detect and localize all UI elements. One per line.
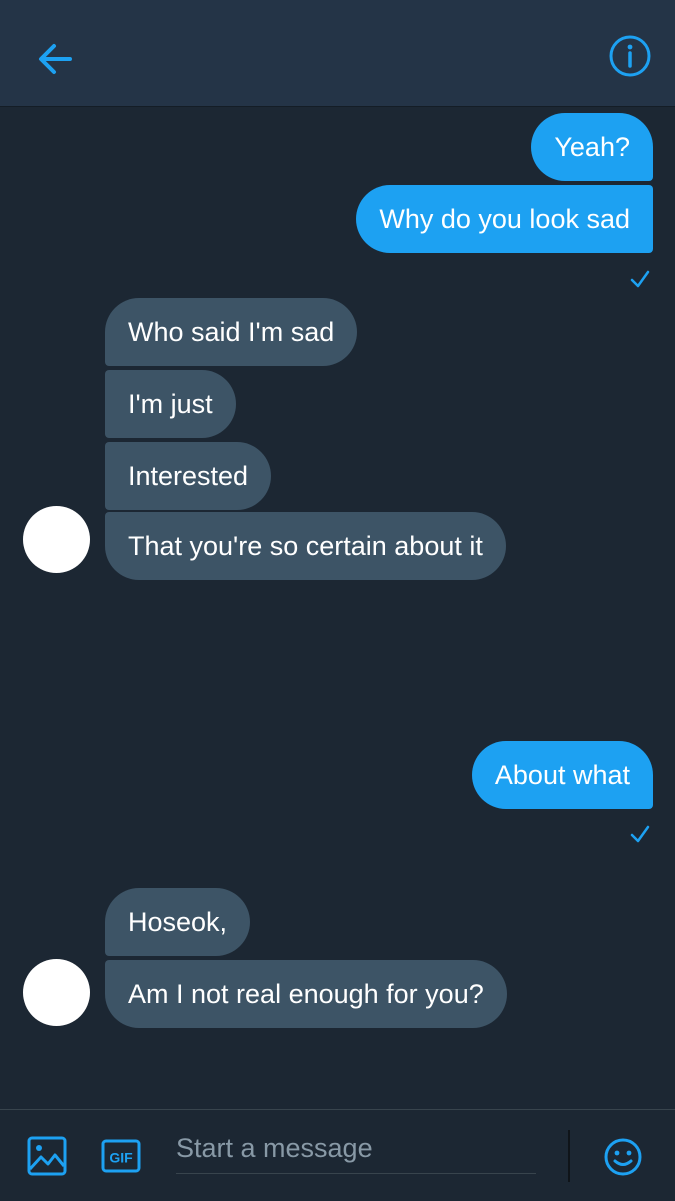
avatar[interactable] — [23, 506, 90, 573]
message-text: Am I not real enough for you? — [128, 979, 484, 1009]
gif-icon: GIF — [101, 1139, 141, 1173]
message-bubble-incoming[interactable]: Am I not real enough for you? — [105, 960, 507, 1028]
emoji-button[interactable] — [603, 1137, 643, 1177]
info-circle-icon — [609, 35, 651, 77]
message-text: Yeah? — [554, 132, 630, 162]
message-text: That you're so certain about it — [128, 531, 483, 561]
checkmark-icon — [630, 270, 650, 288]
composer-divider — [568, 1130, 570, 1182]
message-bubble-incoming[interactable]: Hoseok, — [105, 888, 251, 956]
message-bubble-outgoing[interactable]: Why do you look sad — [356, 185, 653, 253]
checkmark-icon — [630, 825, 650, 843]
add-image-button[interactable] — [27, 1136, 67, 1176]
message-text: About what — [494, 760, 630, 790]
message-bubble-outgoing[interactable]: Yeah? — [531, 113, 653, 181]
message-text: Hoseok, — [128, 907, 228, 937]
avatar[interactable] — [23, 959, 90, 1026]
gif-button[interactable]: GIF — [101, 1139, 141, 1173]
message-text: Why do you look sad — [379, 204, 630, 234]
conversation-header — [0, 0, 675, 107]
message-input[interactable] — [176, 1124, 536, 1174]
back-button[interactable] — [30, 33, 82, 85]
arrow-left-icon — [39, 44, 72, 74]
message-bubble-incoming[interactable]: Interested — [105, 442, 272, 510]
image-icon — [27, 1136, 67, 1176]
message-text: Interested — [128, 461, 249, 491]
message-thread[interactable]: Yeah? Why do you look sad Who said I'm s… — [0, 106, 675, 1109]
message-bubble-incoming[interactable]: That you're so certain about it — [105, 512, 506, 580]
emoji-icon — [604, 1138, 642, 1176]
message-bubble-incoming[interactable]: I'm just — [105, 370, 236, 438]
message-bubble-incoming[interactable]: Who said I'm sad — [105, 298, 358, 366]
gif-label: GIF — [109, 1150, 133, 1166]
message-composer: GIF — [0, 1109, 675, 1201]
info-button[interactable] — [604, 30, 656, 82]
message-bubble-outgoing[interactable]: About what — [471, 741, 653, 809]
message-text: Who said I'm sad — [128, 317, 335, 347]
message-text: I'm just — [128, 389, 213, 419]
